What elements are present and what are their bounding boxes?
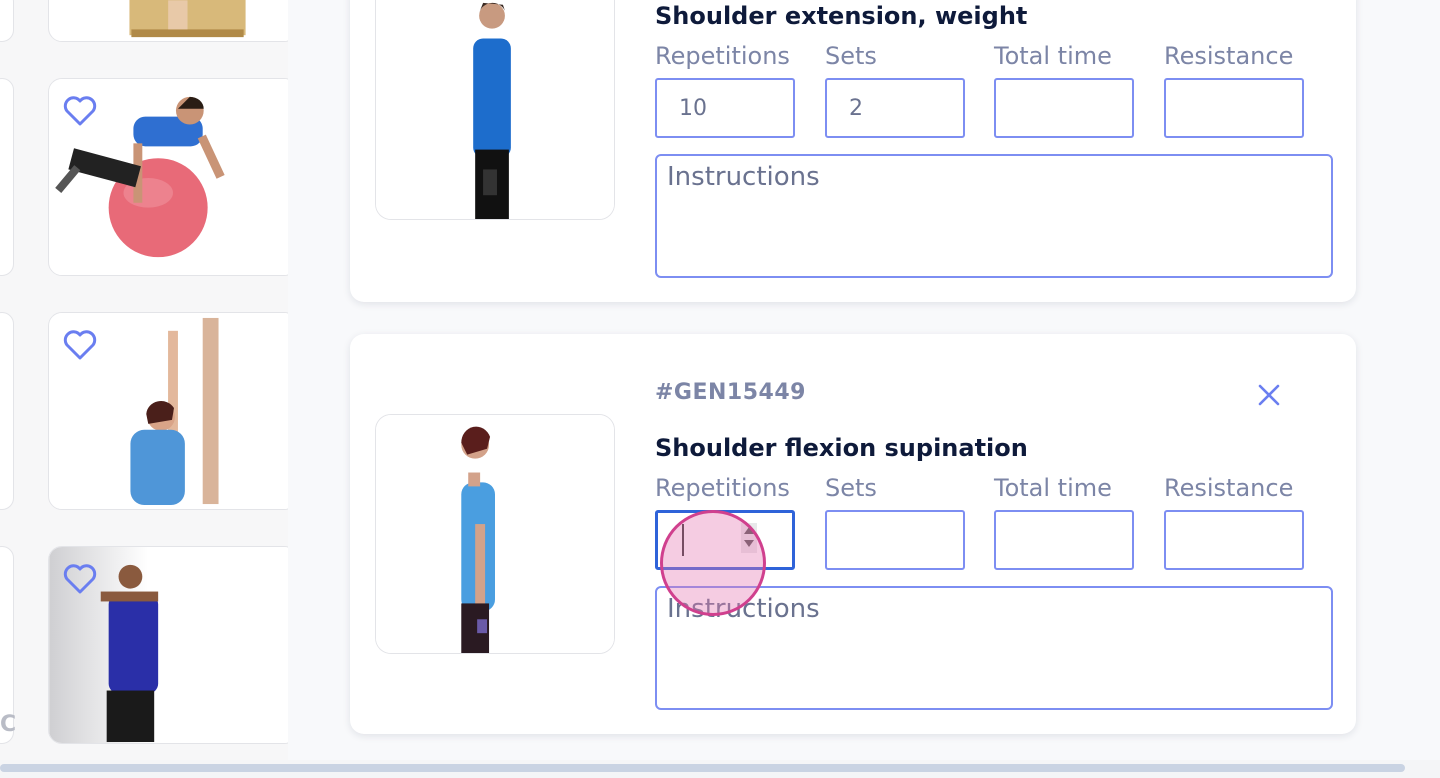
text-caret <box>682 524 684 556</box>
exercise-title: Shoulder extension, weight <box>655 2 1028 30</box>
number-spinner[interactable] <box>741 523 757 553</box>
exercise-code: #GEN15449 <box>655 380 806 405</box>
resistance-label: Resistance <box>1164 474 1294 502</box>
resistance-label: Resistance <box>1164 42 1294 70</box>
library-card-bed-exercise[interactable] <box>48 0 288 42</box>
sets-label: Sets <box>825 42 877 70</box>
sets-input[interactable] <box>825 78 965 138</box>
favorite-button[interactable] <box>63 95 97 127</box>
heart-outline-icon <box>63 330 97 360</box>
exercise-photo <box>376 0 614 219</box>
exercise-library-panel: C <box>0 0 288 778</box>
library-card-wall-shoulder-stretch-exercise[interactable] <box>48 546 288 744</box>
exercise-photo <box>52 0 288 41</box>
sets-input[interactable] <box>825 510 965 570</box>
repetitions-label: Repetitions <box>655 42 790 70</box>
resistance-input[interactable] <box>1164 78 1304 138</box>
library-card-ball-prone-exercise[interactable] <box>48 78 288 276</box>
heart-outline-icon <box>63 96 97 126</box>
sets-label: Sets <box>825 474 877 502</box>
horizontal-scrollbar-thumb[interactable] <box>0 764 1405 772</box>
repetitions-input[interactable] <box>655 78 795 138</box>
spinner-down-icon[interactable] <box>744 540 754 547</box>
exercise-thumbnail <box>375 414 615 654</box>
fragment-letter: C <box>0 712 17 737</box>
exercise-card: Shoulder extension, weight Repetitions S… <box>350 0 1356 302</box>
total-time-input[interactable] <box>994 510 1134 570</box>
library-card-wall-arm-raise-exercise[interactable] <box>48 312 288 510</box>
repetitions-input[interactable] <box>655 510 795 570</box>
selected-exercises-area: Shoulder extension, weight Repetitions S… <box>288 0 1440 760</box>
close-icon <box>1258 384 1280 406</box>
total-time-input[interactable] <box>994 78 1134 138</box>
favorite-button[interactable] <box>63 563 97 595</box>
library-card-fragment[interactable] <box>0 312 14 510</box>
exercise-photo <box>376 415 614 653</box>
exercise-card: #GEN15449 Shoulder flexion supination Re… <box>350 334 1356 734</box>
library-card-fragment[interactable] <box>0 0 14 42</box>
exercise-title: Shoulder flexion supination <box>655 434 1028 462</box>
favorite-button[interactable] <box>63 329 97 361</box>
instructions-textarea[interactable] <box>655 586 1333 710</box>
total-time-label: Total time <box>994 474 1112 502</box>
spinner-up-icon[interactable] <box>744 527 754 534</box>
library-card-fragment[interactable] <box>0 78 14 276</box>
repetitions-label: Repetitions <box>655 474 790 502</box>
exercise-thumbnail <box>375 0 615 220</box>
instructions-textarea[interactable] <box>655 154 1333 278</box>
remove-exercise-button[interactable] <box>1254 380 1284 410</box>
heart-outline-icon <box>63 564 97 594</box>
resistance-input[interactable] <box>1164 510 1304 570</box>
total-time-label: Total time <box>994 42 1112 70</box>
